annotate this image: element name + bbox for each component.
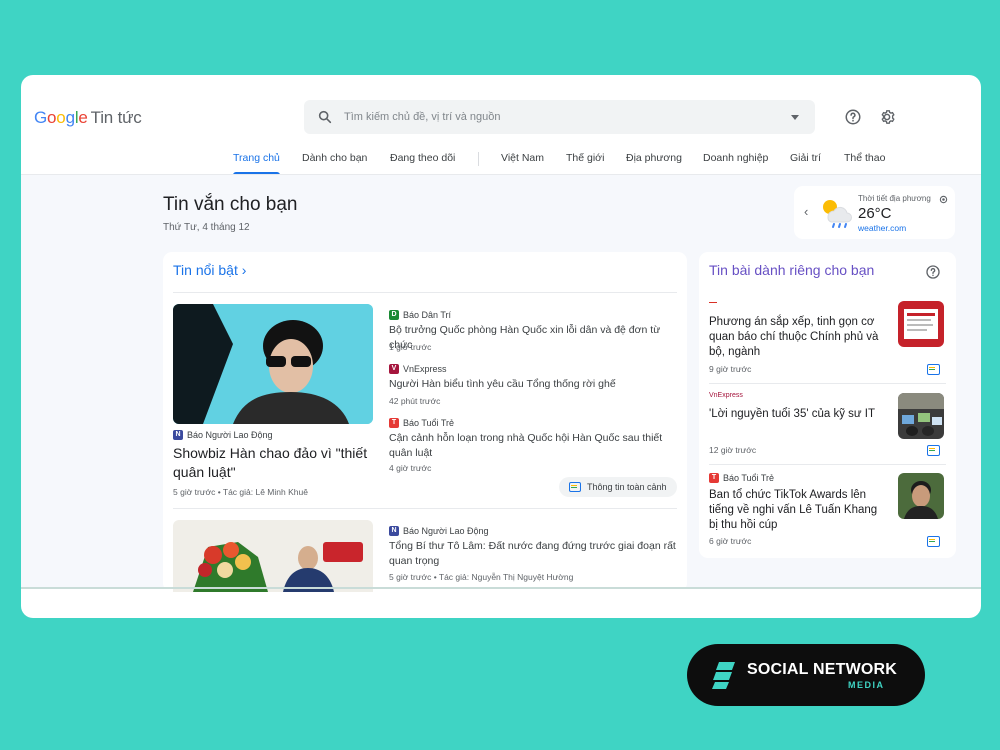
source-logo-placeholder (709, 302, 717, 303)
main-nav: Trang chủ Dành cho bạn Đang theo dõi Việ… (21, 152, 981, 176)
full-coverage-icon[interactable] (927, 536, 940, 547)
brand-logo-icon (712, 662, 735, 689)
for-you-headline-2[interactable]: 'Lời nguyền tuổi 35' của kỹ sư IT (709, 407, 889, 422)
portrait-photo (173, 304, 373, 424)
chevron-left-icon[interactable]: ‹ (804, 204, 808, 219)
chevron-right-icon: › (241, 262, 247, 278)
settings-gear-icon[interactable] (878, 108, 896, 126)
top-stories-heading[interactable]: Tin nổi bật › (173, 262, 246, 278)
dantri-logo-icon: D (389, 310, 399, 320)
document-thumbnail (898, 301, 944, 347)
nld-logo-icon: N (389, 526, 399, 536)
for-you-headline-1[interactable]: Phương án sắp xếp, tinh gọn cơ quan báo … (709, 315, 889, 360)
second-story-meta: 5 giờ trước • Tác giả: Nguyễn Thị Nguyệt… (389, 572, 574, 582)
main-story-source[interactable]: N Báo Người Lao Động (173, 430, 272, 440)
help-icon[interactable] (925, 264, 941, 280)
divider (173, 292, 677, 293)
tab-for-you[interactable]: Dành cho bạn (302, 152, 367, 175)
for-you-source-2[interactable]: VnExpress (709, 392, 743, 399)
second-story-headline[interactable]: Tổng Bí thư Tô Lâm: Đất nước đang đứng t… (389, 539, 679, 569)
full-coverage-icon[interactable] (927, 445, 940, 456)
divider (173, 508, 677, 509)
tab-world[interactable]: Thế giới (566, 152, 604, 175)
brand-name: SOCIAL NETWORK (747, 661, 898, 678)
related-source-2[interactable]: V VnExpress (389, 364, 447, 374)
top-stories-heading-text: Tin nổi bật (173, 262, 238, 278)
office-photo (898, 393, 944, 439)
weather-temperature: 26°C (858, 205, 892, 222)
tab-sports[interactable]: Thể thao (844, 152, 885, 175)
nav-divider (478, 152, 479, 166)
logo-service-text: Tin tức (90, 108, 142, 127)
related-source-3[interactable]: T Báo Tuổi Trẻ (389, 418, 454, 428)
for-you-thumb-3[interactable] (898, 473, 944, 519)
tab-business[interactable]: Doanh nghiệp (703, 152, 768, 175)
location-icon[interactable] (939, 195, 948, 204)
related-headline-2[interactable]: Người Hàn biểu tình yêu cầu Tổng thống r… (389, 377, 679, 392)
google-news-logo[interactable]: Google Tin tức (34, 108, 142, 128)
tab-entertainment[interactable]: Giải trí (790, 152, 821, 175)
related-headline-3[interactable]: Cận cảnh hỗn loạn trong nhà Quốc hội Hàn… (389, 431, 679, 461)
divider (709, 383, 946, 384)
briefing-title: Tin vắn cho bạn (163, 194, 298, 215)
search-dropdown-icon[interactable] (791, 115, 799, 120)
tab-local[interactable]: Địa phương (626, 152, 682, 175)
weather-widget[interactable]: ‹ Thời tiết địa phương 26°C weather.com (794, 186, 955, 239)
related-headline-1[interactable]: Bộ trưởng Quốc phòng Hàn Quốc xin lỗi dâ… (389, 323, 679, 353)
for-you-thumb-2[interactable] (898, 393, 944, 439)
main-story-headline[interactable]: Showbiz Hàn chao đảo vì "thiết quân luật… (173, 444, 383, 482)
main-story-meta: 5 giờ trước • Tác giả: Lê Minh Khuê (173, 487, 308, 497)
search-input[interactable] (344, 100, 764, 134)
main-content: Tin vắn cho bạn Thứ Tư, 4 tháng 12 ‹ Thờ… (21, 174, 981, 592)
top-stories-panel: Tin nổi bật › N Báo Người Lao Động Showbi… (163, 252, 687, 592)
partly-cloudy-rain-icon (823, 200, 852, 228)
for-you-panel: Tin bài dành riêng cho bạn Phương án sắp… (699, 252, 956, 558)
tab-home[interactable]: Trang chủ (233, 152, 280, 175)
for-you-heading[interactable]: Tin bài dành riêng cho bạn (709, 262, 874, 278)
related-time-1: 1 giờ trước (389, 342, 432, 352)
full-coverage-icon (569, 482, 581, 492)
for-you-time-1: 9 giờ trước (709, 364, 752, 374)
for-you-source-3[interactable]: T Báo Tuổi Trẻ (709, 473, 774, 483)
weather-source-link[interactable]: weather.com (858, 223, 906, 233)
tab-vietnam[interactable]: Việt Nam (501, 152, 544, 175)
related-time-3: 4 giờ trước (389, 463, 432, 473)
second-story-image[interactable] (173, 520, 373, 592)
nld-logo-icon: N (173, 430, 183, 440)
portrait-thumbnail (898, 473, 944, 519)
search-icon[interactable] (317, 109, 333, 125)
weather-label: Thời tiết địa phương (858, 194, 931, 203)
search-bar[interactable] (304, 100, 815, 134)
tuoitre-logo-icon: T (709, 473, 719, 483)
full-coverage-button[interactable]: Thông tin toàn cảnh (559, 477, 677, 497)
tab-following[interactable]: Đang theo dõi (390, 152, 455, 175)
for-you-thumb-1[interactable] (898, 301, 944, 347)
tuoitre-logo-icon: T (389, 418, 399, 428)
main-story-image[interactable] (173, 304, 373, 424)
social-network-media-badge: SOCIAL NETWORK MEDIA (687, 644, 925, 706)
full-coverage-icon[interactable] (927, 364, 940, 375)
divider (709, 464, 946, 465)
logo-google-text: Google (34, 108, 88, 127)
news-window: GoogleTin tức Trang chủ Dành cho bạn Đan… (21, 75, 981, 618)
related-time-2: 42 phút trước (389, 396, 441, 406)
related-source-1[interactable]: D Báo Dân Trí (389, 310, 451, 320)
for-you-time-2: 12 giờ trước (709, 445, 757, 455)
bottom-divider (21, 587, 981, 589)
for-you-time-3: 6 giờ trước (709, 536, 752, 546)
vnexpress-logo-icon: V (389, 364, 399, 374)
for-you-headline-3[interactable]: Ban tổ chức TikTok Awards lên tiếng về n… (709, 488, 889, 533)
ceremony-photo (173, 520, 373, 592)
brand-subtitle: MEDIA (848, 680, 885, 690)
help-icon[interactable] (844, 108, 862, 126)
briefing-date: Thứ Tư, 4 tháng 12 (163, 222, 250, 233)
second-story-source[interactable]: N Báo Người Lao Động (389, 526, 488, 536)
